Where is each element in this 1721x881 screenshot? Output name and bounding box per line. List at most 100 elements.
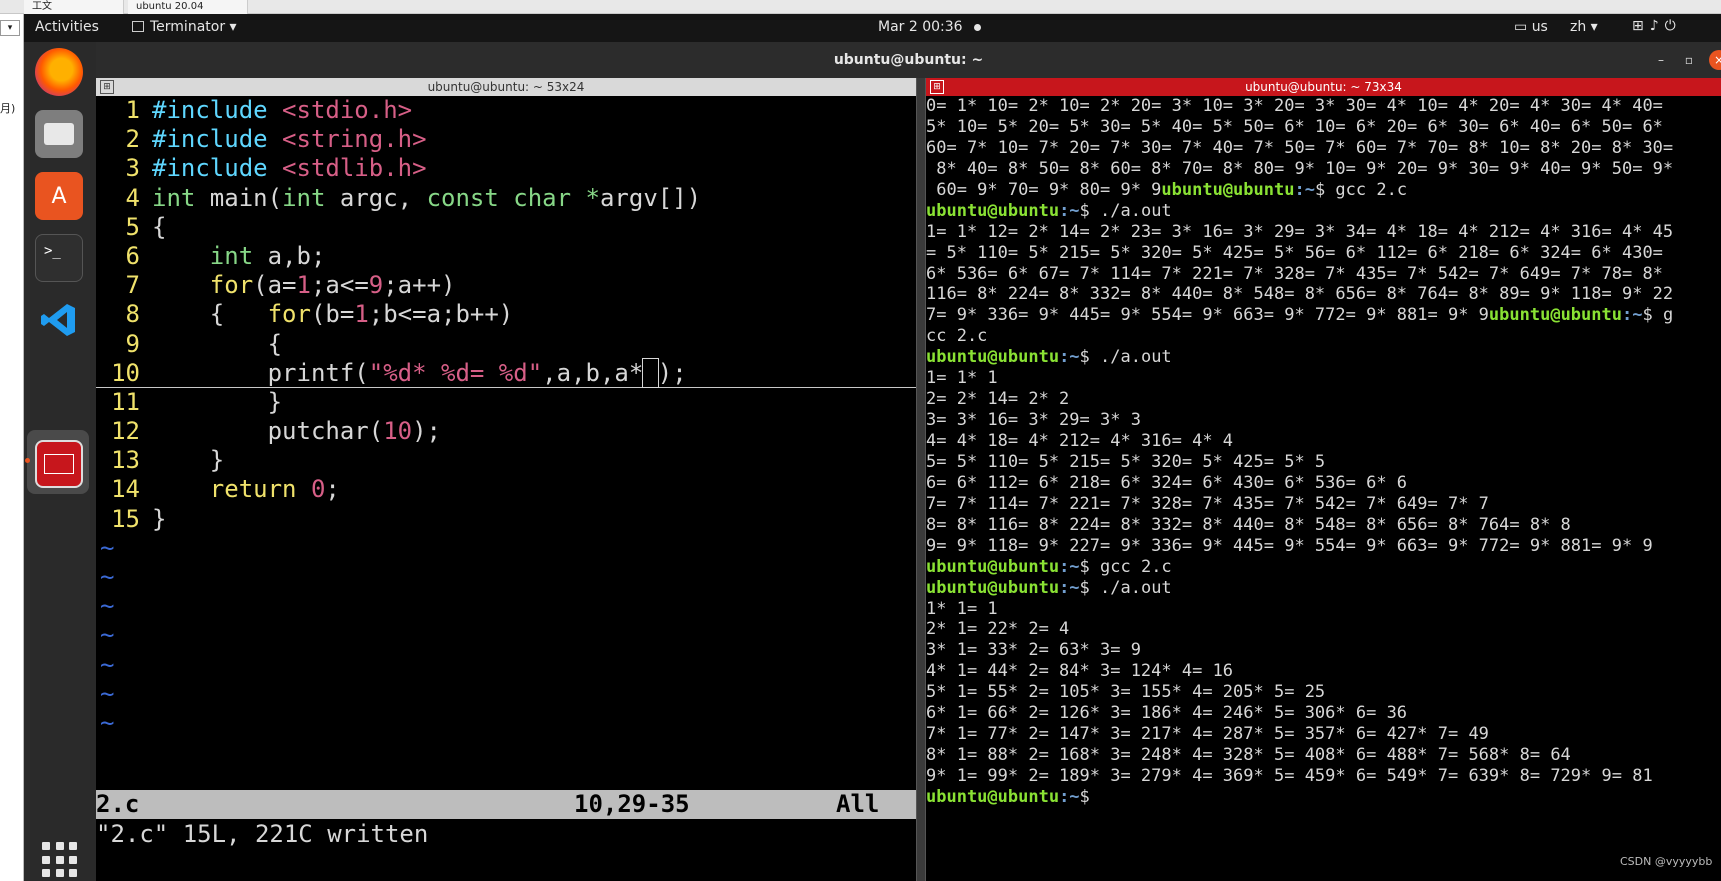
- prompt-user: ubuntu@ubuntu: [926, 200, 1060, 221]
- host-left-panel: ▾ 月): [0, 14, 24, 881]
- system-tray[interactable]: ⊞♪⏻: [1632, 18, 1682, 34]
- terminal-icon[interactable]: >_: [35, 234, 83, 282]
- code-line[interactable]: 15}: [96, 505, 916, 534]
- maximize-icon[interactable]: ▫: [1679, 50, 1699, 70]
- code-token: int: [152, 183, 196, 212]
- firefox-icon[interactable]: [35, 48, 83, 96]
- vim-buffer[interactable]: 1 #include <stdio.h> 2 #include <string.h> 3…: [96, 96, 916, 738]
- right-pane-header: ⊞ ubuntu@ubuntu: ~ 73x34: [926, 78, 1721, 96]
- window-title: ubuntu@ubuntu: ~: [96, 42, 1721, 78]
- vscode-icon[interactable]: [35, 296, 83, 344]
- code-token: const: [426, 183, 499, 212]
- prompt-user: ubuntu@ubuntu: [1161, 179, 1295, 200]
- output-line: 9* 1= 99* 2= 189* 3= 279* 4= 369* 5= 459…: [926, 766, 1653, 786]
- code-line[interactable]: 4 int main(int argc, const char *argv[]): [96, 184, 916, 213]
- pane-splitter[interactable]: [916, 78, 926, 881]
- status-scroll: All: [836, 790, 880, 818]
- show-applications-icon[interactable]: [42, 842, 78, 878]
- code-line[interactable]: 10 printf("%d* %d= %d",a,b,a*b);: [96, 357, 916, 388]
- prompt-command: $: [1079, 786, 1101, 807]
- output-line: 2= 2* 14= 2* 2: [926, 389, 1070, 410]
- ubuntu-dock: A >_: [24, 42, 96, 881]
- code-line[interactable]: 14 return 0;: [96, 475, 916, 504]
- vim-command-line[interactable]: "2.c" 15L, 221C written: [96, 820, 916, 849]
- code-line[interactable]: 6 int a,b;: [96, 242, 916, 271]
- left-terminal-pane[interactable]: ⊞ ubuntu@ubuntu: ~ 53x24 1 #include <stdi…: [96, 78, 916, 881]
- keyboard-icon: ▭: [1514, 19, 1532, 35]
- host-tab-2[interactable]: ubuntu 20.04: [128, 0, 248, 14]
- prompt-path: :~: [1059, 786, 1080, 807]
- activities-button[interactable]: Activities: [35, 19, 99, 35]
- code-token: int: [209, 241, 254, 270]
- output-line: 6= 6* 112= 6* 218= 6* 324= 6* 430= 6* 53…: [926, 472, 1408, 493]
- output-line: 3= 3* 16= 3* 29= 3* 3: [926, 410, 1141, 431]
- gnome-top-bar: Activities Terminator ▾ Mar 2 00:36 ▭ us…: [24, 14, 1721, 42]
- output-line: 9= 9* 118= 9* 227= 9* 336= 9* 445= 9* 55…: [926, 535, 1653, 556]
- code-line[interactable]: 1 #include <stdio.h>: [96, 96, 916, 125]
- prompt-line: ubuntu@ubuntu:~$ ./a.out: [926, 347, 1721, 368]
- code-token: return: [209, 475, 297, 504]
- terminator-window: ubuntu@ubuntu: ~ – ▫ × ⊞ ubuntu@ubuntu: …: [96, 42, 1721, 881]
- code-token: 9: [368, 271, 384, 300]
- code-line[interactable]: 12 putchar(10);: [96, 417, 916, 446]
- clock[interactable]: Mar 2 00:36: [878, 19, 963, 35]
- input-method-menu[interactable]: zh ▾: [1570, 19, 1598, 35]
- pane-grid-icon[interactable]: ⊞: [100, 80, 114, 94]
- host-tab-1[interactable]: 工文: [24, 0, 124, 14]
- vim-status-line: 2.c 10,29-35 All: [96, 790, 916, 819]
- tilde-marker: ~: [100, 592, 115, 621]
- code-token: 1: [296, 271, 311, 300]
- prompt-path: :~: [1059, 577, 1080, 598]
- line-number: 15: [111, 504, 140, 533]
- terminator-app-icon: [132, 21, 144, 32]
- code-token: ;a++): [383, 271, 456, 300]
- prompt-user: ubuntu@ubuntu: [926, 347, 1060, 368]
- minimize-icon[interactable]: –: [1651, 50, 1671, 70]
- prompt-line: 60= 9* 70= 9* 80= 9* 9ubuntu@ubuntu:~$ g…: [926, 180, 1721, 201]
- software-center-icon[interactable]: A: [35, 172, 83, 220]
- code-line[interactable]: 2 #include <string.h>: [96, 125, 916, 154]
- output-line: 1= 1* 1: [926, 368, 998, 389]
- empty-line: ~: [96, 563, 916, 592]
- prompt-user: ubuntu@ubuntu: [926, 786, 1060, 807]
- line-number: 6: [125, 241, 140, 270]
- app-menu-terminator[interactable]: Terminator ▾: [132, 19, 237, 35]
- code-line[interactable]: 7 for(a=1;a<=9;a++): [96, 271, 916, 300]
- shell-output[interactable]: 0= 1* 10= 2* 10= 2* 20= 3* 10= 3* 20= 3*…: [926, 96, 1721, 808]
- terminator-icon[interactable]: [35, 440, 83, 488]
- pane-grid-icon[interactable]: ⊞: [930, 80, 944, 94]
- prompt-line: ubuntu@ubuntu:~$ ./a.out: [926, 201, 1721, 222]
- tilde-marker: ~: [100, 708, 115, 737]
- status-filename: 2.c: [96, 790, 140, 818]
- keyboard-layout[interactable]: ▭ us: [1514, 19, 1548, 35]
- code-token: for: [209, 271, 254, 300]
- files-icon[interactable]: [35, 110, 83, 158]
- prompt-command: $ g: [1642, 305, 1674, 326]
- code-line[interactable]: 8 { for(b=1;b<=a;b++): [96, 300, 916, 329]
- output-line: 0= 1* 10= 2* 10= 2* 20= 3* 10= 3* 20= 3*…: [926, 96, 1663, 116]
- right-pane-title: ubuntu@ubuntu: ~ 73x34: [1245, 80, 1402, 94]
- line-number: 10: [111, 358, 140, 387]
- line-number: 7: [125, 271, 140, 300]
- code-token: printf(: [152, 358, 369, 387]
- code-token: char: [513, 183, 572, 212]
- right-terminal-pane[interactable]: ⊞ ubuntu@ubuntu: ~ 73x34 0= 1* 10= 2* 10…: [926, 78, 1721, 881]
- code-token: <stdio.h>: [282, 96, 413, 124]
- code-line[interactable]: 5{: [96, 213, 916, 242]
- cursor: b: [642, 357, 659, 388]
- tilde-marker: ~: [100, 679, 115, 708]
- prompt-user: ubuntu@ubuntu: [926, 556, 1060, 577]
- code-line[interactable]: 3 #include <stdlib.h>: [96, 154, 916, 183]
- output-line: 60= 7* 10= 7* 20= 7* 30= 7* 40= 7* 50= 7…: [926, 137, 1674, 158]
- code-line[interactable]: 9 {: [96, 330, 916, 359]
- code-token: 0: [310, 475, 326, 504]
- code-line[interactable]: 11 }: [96, 388, 916, 417]
- line-number: 14: [111, 475, 140, 504]
- prompt-user: ubuntu@ubuntu: [926, 577, 1060, 598]
- output-line: 8* 1= 88* 2= 168* 3= 248* 4= 328* 5= 408…: [926, 745, 1571, 766]
- code-token: {: [152, 329, 283, 358]
- host-dropdown[interactable]: ▾: [0, 20, 20, 36]
- tilde-marker: ~: [100, 563, 115, 591]
- code-line[interactable]: 13 }: [96, 446, 916, 475]
